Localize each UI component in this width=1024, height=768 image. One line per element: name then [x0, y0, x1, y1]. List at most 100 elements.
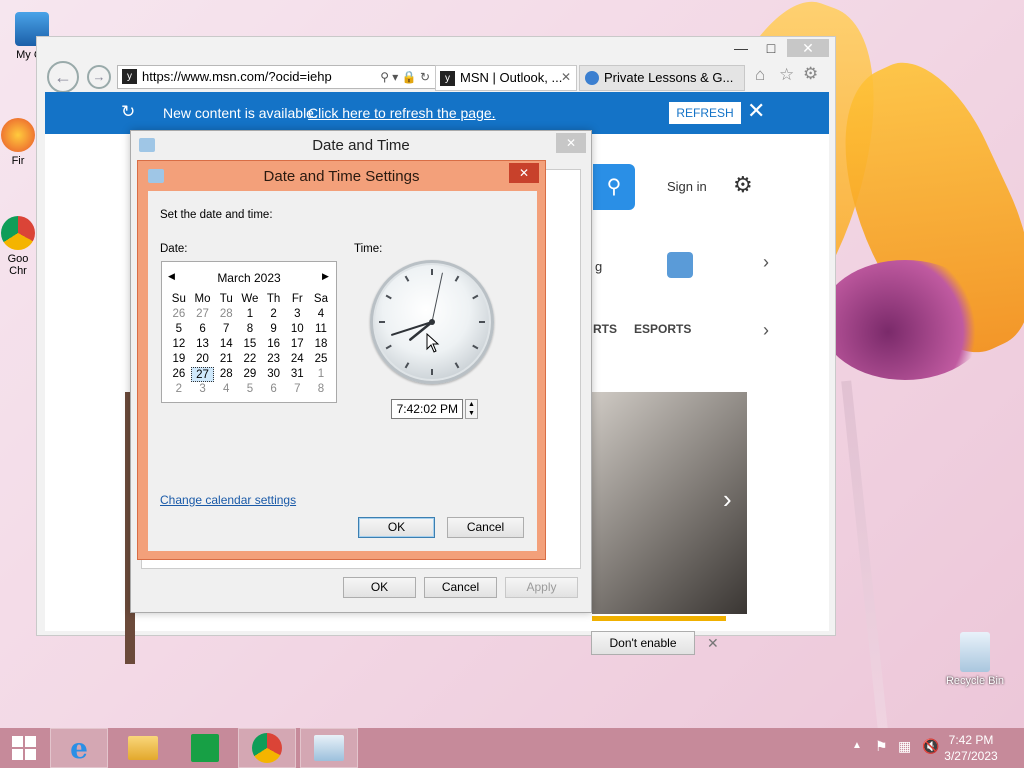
favorites-star-icon[interactable]: ☆ [779, 65, 794, 85]
forward-button[interactable]: → [87, 65, 111, 89]
calendar-day[interactable]: 11 [309, 322, 333, 337]
time-input[interactable]: 7:42:02 PM [391, 399, 463, 419]
apply-button[interactable]: Apply [505, 577, 578, 598]
settings-gear-icon[interactable]: ⚙ [803, 64, 818, 84]
calendar-day[interactable]: 8 [238, 322, 262, 337]
close-button[interactable]: ✕ [787, 39, 829, 57]
address-actions[interactable]: ⚲ ▾ 🔒 ↻ [380, 66, 430, 88]
close-button[interactable]: ✕ [509, 163, 539, 183]
nav-item-sports[interactable]: RTS [593, 322, 617, 336]
calendar-day[interactable]: 23 [262, 352, 286, 367]
close-button[interactable]: ✕ [556, 133, 586, 153]
calendar-day[interactable]: 24 [285, 352, 309, 367]
dont-enable-button[interactable]: Don't enable [591, 631, 695, 655]
ok-button[interactable]: OK [343, 577, 416, 598]
calendar-day[interactable]: 5 [167, 322, 191, 337]
calendar-day[interactable]: 29 [238, 367, 262, 382]
weekday-label: Fr [291, 293, 303, 305]
infobar-close-icon[interactable]: ✕ [747, 98, 765, 124]
next-month-icon[interactable]: ▶ [322, 271, 329, 282]
desktop-icon-label: Goo Chr [7, 253, 29, 277]
taskbar-internet-explorer[interactable]: e [50, 728, 108, 768]
cancel-button[interactable]: Cancel [447, 517, 524, 538]
internet-explorer-icon: e [70, 731, 88, 765]
infobar-message: New content is available. [163, 105, 318, 121]
calendar-day[interactable]: 25 [309, 352, 333, 367]
minimize-button[interactable]: — [727, 39, 755, 57]
desktop-icon-label: Fir [11, 155, 25, 167]
desktop-icon-chrome[interactable]: Goo Chr [0, 216, 38, 277]
calendar-day[interactable]: 20 [191, 352, 215, 367]
chevron-right-icon[interactable]: › [763, 320, 769, 341]
calendar-day[interactable]: 19 [167, 352, 191, 367]
calendar[interactable]: ◀ March 2023 ▶ Su Mo Tu We Th Fr Sa 26 27 28 1 2 3 4 5… [161, 261, 337, 403]
notification-close-icon[interactable]: ✕ [707, 635, 719, 652]
calendar-day[interactable]: 6 [191, 322, 215, 337]
carousel-next-icon[interactable]: › [723, 484, 732, 515]
calendar-month-title[interactable]: March 2023 [162, 271, 336, 285]
calendar-day[interactable]: 7 [285, 382, 309, 397]
cancel-button[interactable]: Cancel [424, 577, 497, 598]
taskbar-date-time[interactable] [300, 728, 358, 768]
calendar-day[interactable]: 13 [191, 337, 215, 352]
calendar-day[interactable]: 15 [238, 337, 262, 352]
calendar-day[interactable]: 7 [214, 322, 238, 337]
desktop-icon-firefox[interactable]: Fir [0, 118, 38, 167]
calendar-day[interactable]: 9 [262, 322, 286, 337]
tab-private-lessons[interactable]: Private Lessons & G... [579, 65, 745, 91]
network-icon[interactable]: ▦ [898, 738, 911, 755]
calendar-day[interactable]: 2 [167, 382, 191, 397]
calendar-day[interactable]: 30 [262, 367, 286, 382]
calendar-day[interactable]: 27 [191, 307, 215, 322]
ok-button[interactable]: OK [358, 517, 435, 538]
refresh-button[interactable]: REFRESH [669, 102, 741, 124]
taskbar-chrome[interactable] [238, 728, 296, 768]
maximize-button[interactable]: □ [757, 39, 785, 57]
tab-msn[interactable]: y MSN | Outlook, ... [435, 65, 577, 91]
taskbar-file-explorer[interactable] [114, 728, 172, 768]
desktop-icon-recycle-bin[interactable]: Recycle Bin [942, 632, 1008, 687]
calendar-day[interactable]: 5 [238, 382, 262, 397]
calendar-day[interactable]: 4 [309, 307, 333, 322]
calendar-day[interactable]: 22 [238, 352, 262, 367]
settings-gear-icon[interactable]: ⚙ [733, 172, 753, 198]
calendar-day[interactable]: 18 [309, 337, 333, 352]
calendar-day[interactable]: 27 [190, 367, 215, 382]
change-calendar-link[interactable]: Change calendar settings [160, 493, 296, 507]
calendar-day[interactable]: 12 [167, 337, 191, 352]
taskbar-store[interactable] [176, 728, 234, 768]
signin-link[interactable]: Sign in [667, 179, 707, 194]
calendar-day[interactable]: 17 [285, 337, 309, 352]
calendar-day[interactable]: 4 [214, 382, 238, 397]
calendar-day[interactable]: 3 [285, 307, 309, 322]
mouse-cursor [426, 333, 440, 353]
calendar-day[interactable]: 3 [191, 382, 215, 397]
calendar-day[interactable]: 28 [214, 367, 238, 382]
refresh-link[interactable]: Click here to refresh the page. [308, 105, 496, 121]
start-button[interactable] [0, 728, 48, 768]
tray-clock[interactable]: 7:42 PM 3/27/2023 [936, 732, 1006, 764]
close-tab-icon[interactable]: ✕ [561, 70, 571, 84]
calendar-day[interactable]: 28 [214, 307, 238, 322]
time-spinner[interactable]: ▲ ▼ [465, 399, 478, 419]
nav-item-esports[interactable]: ESPORTS [634, 322, 691, 336]
back-button[interactable]: ← [47, 61, 79, 93]
calendar-day[interactable]: 16 [262, 337, 286, 352]
action-center-flag-icon[interactable]: ⚑ [875, 738, 888, 755]
calendar-day[interactable]: 6 [262, 382, 286, 397]
address-bar[interactable]: y https://www.msn.com/?ocid=iehp ⚲ ▾ 🔒 ↻ [117, 65, 437, 89]
search-button[interactable]: ⚲ [593, 164, 635, 210]
calendar-day[interactable]: 1 [309, 367, 333, 382]
chevron-right-icon[interactable]: › [763, 252, 769, 273]
calendar-day[interactable]: 21 [214, 352, 238, 367]
calendar-day[interactable]: 1 [238, 307, 262, 322]
calendar-day[interactable]: 8 [309, 382, 333, 397]
calendar-day[interactable]: 14 [214, 337, 238, 352]
calendar-day[interactable]: 26 [167, 367, 191, 382]
calendar-day[interactable]: 2 [262, 307, 286, 322]
calendar-day[interactable]: 31 [285, 367, 309, 382]
home-icon[interactable]: ⌂ [755, 65, 765, 85]
calendar-day[interactable]: 26 [167, 307, 191, 322]
calendar-day[interactable]: 10 [285, 322, 309, 337]
show-hidden-icons[interactable]: ▲ [852, 740, 862, 751]
